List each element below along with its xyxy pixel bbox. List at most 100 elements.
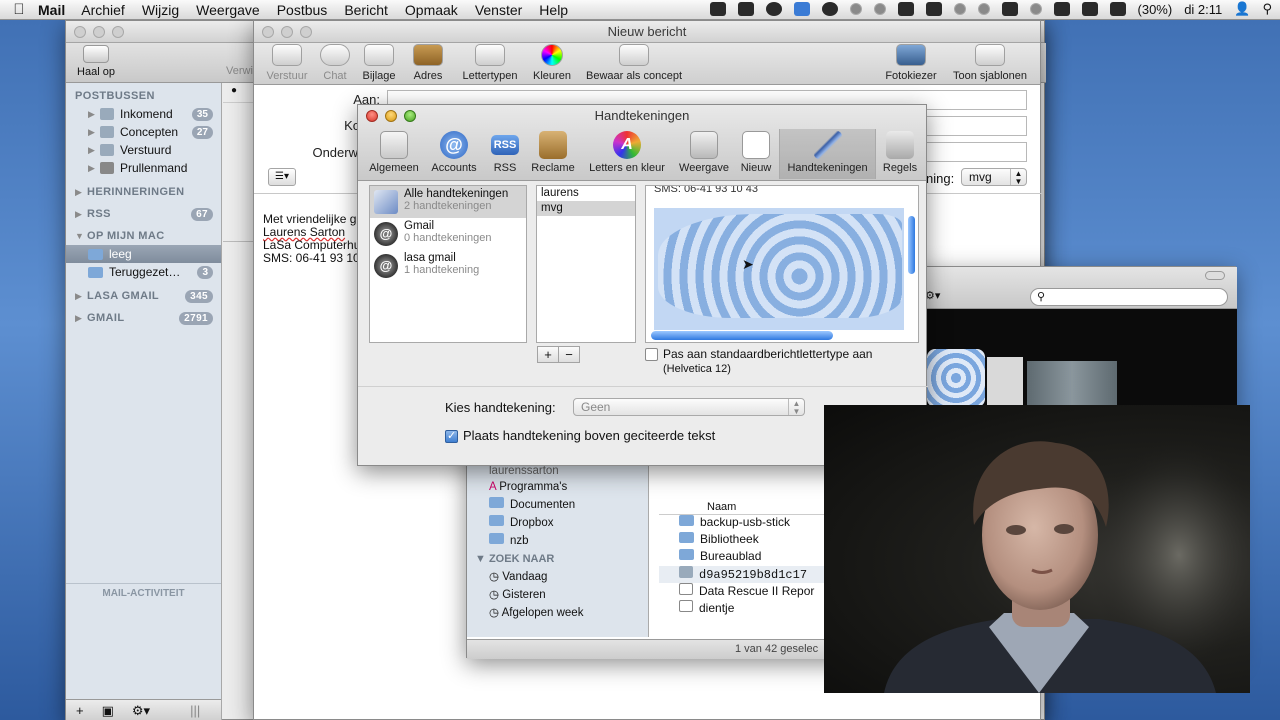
place-above-option[interactable]: Plaats handtekening boven geciteerde tek… <box>445 428 715 444</box>
file-row[interactable]: d9a95219b8d1c17 <box>659 566 825 583</box>
sidebar-item-leeg[interactable]: leeg <box>66 245 221 263</box>
file-row[interactable]: Data Rescue II Repor <box>659 583 825 600</box>
get-mail-button[interactable]: Haal op <box>76 43 116 78</box>
action-menu-button[interactable]: ⚙▾ <box>925 289 940 302</box>
delete-button-label[interactable]: Verwi <box>226 65 253 77</box>
menu-bericht[interactable]: Bericht <box>344 2 388 18</box>
sidebar-item-sent[interactable]: ▶ Verstuurd <box>66 141 221 159</box>
photo-browser-button[interactable]: Fotokiezer <box>881 44 941 82</box>
horizontal-scrollbar[interactable] <box>651 331 833 340</box>
evernote-icon[interactable] <box>873 3 886 15</box>
close-button[interactable] <box>262 26 274 38</box>
toolbar-toggle-button[interactable] <box>1205 271 1225 280</box>
memory-icon[interactable] <box>925 2 942 16</box>
match-font-checkbox[interactable] <box>645 348 658 362</box>
cc-field[interactable] <box>926 116 1027 136</box>
tab-signatures[interactable]: Handtekeningen <box>779 129 876 179</box>
add-mailbox-button[interactable]: + <box>76 703 84 718</box>
screen-icon[interactable] <box>1001 2 1018 16</box>
file-row[interactable]: Bureaublad <box>659 549 825 566</box>
sidebar-item-inbox[interactable]: ▶ Inkomend 35 <box>66 105 221 123</box>
save-draft-button[interactable]: Bewaar als concept <box>582 44 686 82</box>
file-row[interactable]: Bibliotheek <box>659 532 825 549</box>
column-header-name[interactable]: Naam <box>659 501 825 515</box>
spotlight-icon[interactable]: ⚲ <box>1262 1 1272 17</box>
phone-icon[interactable] <box>897 2 914 16</box>
menu-venster[interactable]: Venster <box>475 2 522 18</box>
tab-rss[interactable]: RSS RSS <box>486 131 524 174</box>
vertical-scrollbar[interactable] <box>908 216 915 274</box>
tab-fonts-colors[interactable]: A Letters en kleur <box>584 131 670 174</box>
search-for-header[interactable]: ▼ ZOEK NAAR <box>467 547 648 565</box>
twitter-icon[interactable] <box>793 2 810 16</box>
send-button[interactable]: Verstuur <box>263 44 311 82</box>
match-font-option[interactable]: Pas aan standaardberichtlettertype aan (… <box>645 347 872 375</box>
growl-icon[interactable] <box>821 2 838 16</box>
file-row[interactable]: dientje <box>659 600 825 617</box>
tab-accounts[interactable]: @ Accounts <box>428 131 480 174</box>
menu-opmaak[interactable]: Opmaak <box>405 2 458 18</box>
add-signature-button[interactable]: + <box>537 346 559 363</box>
record-icon[interactable] <box>765 2 782 16</box>
volume-icon[interactable] <box>1081 2 1098 16</box>
menu-postbus[interactable]: Postbus <box>277 2 328 18</box>
tab-rules[interactable]: Regels <box>880 131 920 174</box>
tab-viewing[interactable]: Weergave <box>678 131 730 174</box>
zoom-button[interactable] <box>300 26 312 38</box>
user-icon[interactable]: 👤 <box>1234 1 1250 17</box>
sidebar-item-restored[interactable]: Teruggezet… 3 <box>66 263 221 281</box>
menu-wijzig[interactable]: Wijzig <box>142 2 179 18</box>
finder-sidebar-item[interactable]: nzb <box>467 529 648 547</box>
minimize-button[interactable] <box>281 26 293 38</box>
finder-sidebar-item[interactable]: Documenten <box>467 493 648 511</box>
mailboxes-header[interactable]: POSTBUSSEN <box>66 87 221 105</box>
sync-icon[interactable] <box>849 3 862 15</box>
gmail-header[interactable]: ▶ GMAIL 2791 <box>66 309 221 327</box>
finder-sidebar-item[interactable]: ◷ Vandaag <box>467 565 648 583</box>
chat-button[interactable]: Chat <box>320 44 350 82</box>
account-gmail[interactable]: @ Gmail 0 handtekeningen <box>370 218 526 250</box>
show-templates-button[interactable]: Toon sjablonen <box>948 44 1032 82</box>
finder-sidebar-item[interactable]: Dropbox <box>467 511 648 529</box>
camera-icon[interactable] <box>709 2 726 16</box>
apple-icon[interactable]:  <box>0 1 38 18</box>
address-button[interactable]: Adres <box>411 44 445 82</box>
choose-signature-select[interactable]: Geen ▲ ▼ <box>573 398 805 416</box>
time-machine-icon[interactable] <box>977 3 990 15</box>
menu-help[interactable]: Help <box>539 2 568 18</box>
finder-sidebar-item[interactable]: ◷ Afgelopen week <box>467 601 648 619</box>
display-icon[interactable] <box>737 2 754 16</box>
battery-icon[interactable] <box>1109 2 1126 16</box>
place-above-checkbox[interactable] <box>445 429 458 444</box>
menu-app-mail[interactable]: Mail <box>38 2 65 18</box>
lasa-gmail-header[interactable]: ▶ LASA GMAIL 345 <box>66 287 221 305</box>
remove-signature-button[interactable]: − <box>558 346 580 363</box>
account-lasa-gmail[interactable]: @ lasa gmail 1 handtekening <box>370 250 526 282</box>
tab-composing[interactable]: Nieuw <box>738 131 774 174</box>
bluetooth-icon[interactable] <box>1029 3 1042 15</box>
file-row[interactable]: backup-usb-stick <box>659 515 825 532</box>
zoom-button[interactable] <box>112 26 124 38</box>
attach-button[interactable]: Bijlage <box>358 44 400 82</box>
sidebar-item-drafts[interactable]: ▶ Concepten 27 <box>66 123 221 141</box>
reminders-header[interactable]: ▶ HERINNERINGEN <box>66 183 221 201</box>
resize-handle[interactable]: ||| <box>190 703 200 718</box>
subject-field[interactable] <box>926 142 1027 162</box>
rss-header[interactable]: ▶ RSS 67 <box>66 205 221 223</box>
menu-archief[interactable]: Archief <box>81 2 125 18</box>
minimize-button[interactable] <box>93 26 105 38</box>
wifi-icon[interactable] <box>1053 2 1070 16</box>
refresh-icon[interactable] <box>953 3 966 15</box>
signature-item[interactable]: laurens <box>537 186 635 201</box>
colors-button[interactable]: Kleuren <box>530 44 574 82</box>
signature-item[interactable]: mvg <box>537 201 635 216</box>
tab-general[interactable]: Algemeen <box>366 131 422 174</box>
signature-select[interactable]: mvg ▲ ▼ <box>961 168 1027 186</box>
finder-sidebar-item[interactable]: ◷ Gisteren <box>467 583 648 601</box>
message-body[interactable]: Met vriendelijke g Laurens Sarton LaSa C… <box>263 213 360 265</box>
sidebar-item-trash[interactable]: ▶ Prullenmand <box>66 159 221 177</box>
search-field[interactable]: ⚲ <box>1030 288 1228 306</box>
signature-preview[interactable]: SMS: 06-41 93 10 43 ➤ <box>645 185 919 343</box>
show-photo-icon[interactable]: ▣ <box>102 703 114 719</box>
on-my-mac-header[interactable]: ▼ OP MIJN MAC <box>66 227 221 245</box>
